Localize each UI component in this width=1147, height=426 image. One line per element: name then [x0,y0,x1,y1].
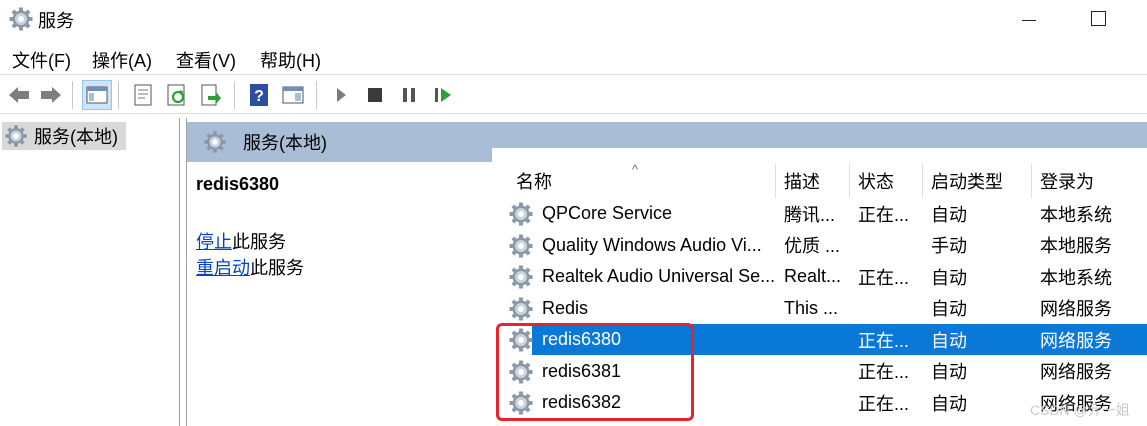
service-row[interactable]: Realtek Audio Universal Se... Realt... 正在.… [492,261,1147,292]
forward-arrow-icon[interactable] [36,80,66,110]
service-gear-icon [509,297,533,320]
menu-help[interactable]: 帮助(H) [260,47,321,73]
service-startup-type: 自动 [931,393,967,414]
service-logon-as: 本地系统 [1040,267,1112,288]
back-arrow-icon[interactable] [4,80,34,110]
console-tree: 服务(本地) [0,118,180,426]
stop-service-suffix: 此服务 [232,232,286,252]
menu-bar: 文件(F) 操作(A) 查看(V) 帮助(H) [0,42,1147,72]
service-logon-as: 网络服务 [1040,362,1112,382]
service-status [858,230,921,261]
title-bar: 服务 [0,0,1147,38]
menu-view[interactable]: 查看(V) [176,47,236,73]
column-status[interactable]: 状态 [850,164,923,198]
column-startup-type[interactable]: 启动类型 [923,164,1032,198]
service-logon-as: 本地系统 [1040,204,1112,225]
annotation-highlight-box [496,323,694,421]
service-startup-type: 自动 [931,204,967,225]
service-startup-type: 自动 [931,267,967,288]
service-startup-type: 自动 [931,362,967,382]
help-icon[interactable]: ? [244,80,274,110]
stop-service-row: 停止此服务 [196,228,286,254]
window-title: 服务 [38,11,74,31]
column-logon-as[interactable]: 登录为 [1032,164,1147,198]
service-gear-icon [509,202,533,226]
service-description-cell [784,387,848,418]
service-startup-type: 自动 [931,330,967,351]
service-description: redis6380 停止此服务 重启动此服务 [187,162,492,426]
service-name: Quality Windows Audio Vi... [542,234,762,255]
services-gear-icon [9,7,33,31]
service-logon-as: 网络服务 [1040,330,1112,351]
services-gear-icon [5,125,27,147]
tree-item-label: 服务(本地) [34,127,118,147]
restart-service-link[interactable]: 重启动 [196,258,250,278]
service-startup-type: 自动 [931,299,967,319]
export-icon[interactable] [196,80,226,110]
svg-text:?: ? [254,88,264,105]
maximize-button[interactable] [1078,4,1118,34]
services-gear-icon [204,131,226,153]
menu-file[interactable]: 文件(F) [12,47,71,73]
restart-service-row: 重启动此服务 [196,254,304,280]
service-logon-as: 本地服务 [1040,236,1112,256]
service-description-cell: Realt... [784,266,842,286]
watermark: CSDN @亓一姐 [1030,402,1130,418]
refresh-icon[interactable] [162,80,192,110]
tree-item-services-local[interactable]: 服务(本地) [2,122,126,150]
minimize-button[interactable] [1010,4,1050,34]
service-status: 正在... [858,393,910,414]
console-tree-icon[interactable] [82,80,112,110]
service-logon-as: 网络服务 [1040,299,1112,319]
service-status: 正在... [858,267,910,288]
resume-icon[interactable] [428,80,458,110]
panel-header-title: 服务(本地) [243,133,327,153]
service-row[interactable]: Quality Windows Audio Vi... 优质 ... 手动 本地服务 [492,230,1147,261]
stop-icon[interactable] [360,80,390,110]
service-row[interactable]: Redis This ... 自动 网络服务 [492,293,1147,324]
restart-service-suffix: 此服务 [250,258,304,278]
stop-service-link[interactable]: 停止 [196,232,232,252]
service-description-cell: 腾讯... [784,204,836,225]
service-description-cell: 优质 ... [784,236,841,256]
service-status [858,293,921,324]
service-description-cell [784,356,848,387]
toolbar: ? [0,74,1147,114]
service-status: 正在... [858,362,910,382]
service-startup-type: 手动 [931,236,967,256]
play-icon[interactable] [326,80,356,110]
menu-action[interactable]: 操作(A) [92,47,152,73]
service-description-cell: This ... [784,297,839,318]
service-gear-icon [509,234,533,257]
column-name[interactable]: 名称 [508,164,776,198]
column-description[interactable]: 描述 [776,164,850,198]
properties-icon[interactable] [128,80,158,110]
service-row[interactable]: QPCore Service 腾讯... 正在... 自动 本地系统 [492,198,1147,229]
service-status: 正在... [858,330,910,351]
action-pane-icon[interactable] [278,80,308,110]
service-name: Realtek Audio Universal Se... [542,266,774,286]
column-header-row: ^ 名称 描述 状态 启动类型 登录为 [492,162,1147,198]
pause-icon[interactable] [394,80,424,110]
service-name: QPCore Service [542,203,673,223]
service-description-cell [784,324,848,355]
service-status: 正在... [858,204,910,225]
service-name: Redis [542,297,589,318]
service-gear-icon [509,265,533,289]
selected-service-title: redis6380 [196,174,280,194]
